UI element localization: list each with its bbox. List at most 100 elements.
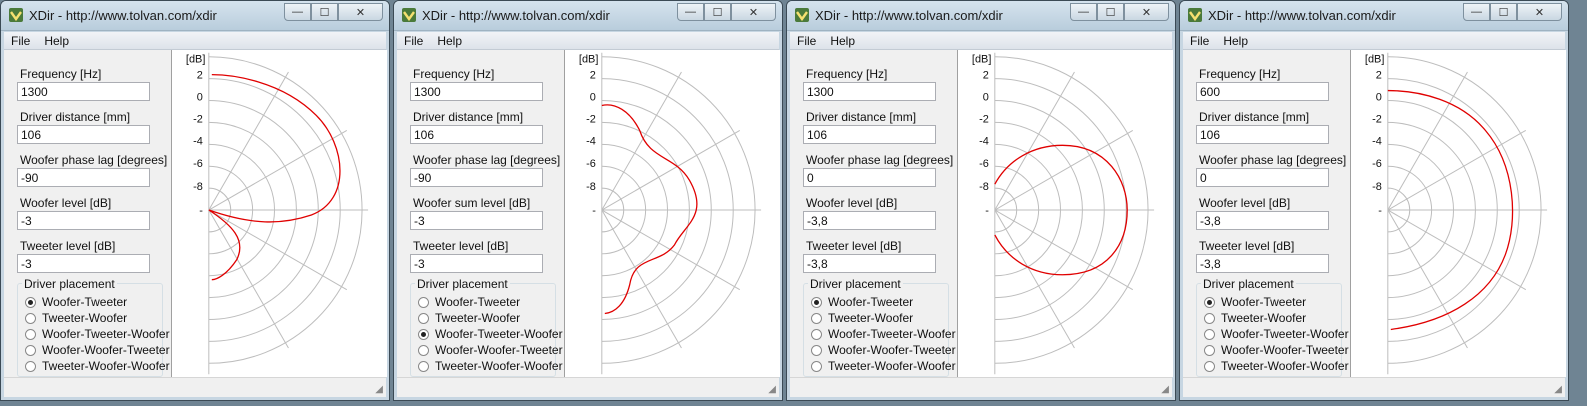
field-input[interactable] (17, 125, 150, 144)
radio-button[interactable] (418, 360, 429, 372)
field-input[interactable] (803, 168, 936, 187)
field-input[interactable] (410, 211, 543, 230)
placement-option[interactable]: Tweeter-Woofer (1204, 311, 1306, 325)
title-bar[interactable]: XDir - http://www.tolvan.com/xdir — ☐ ✕ (394, 1, 782, 31)
menu-file[interactable]: File (4, 34, 37, 48)
title-bar[interactable]: XDir - http://www.tolvan.com/xdir — ☐ ✕ (787, 1, 1175, 31)
radio-button[interactable] (418, 312, 429, 324)
app-window: XDir - http://www.tolvan.com/xdir — ☐ ✕ … (1179, 0, 1569, 401)
placement-option[interactable]: Woofer-Tweeter-Woofer (811, 327, 956, 341)
maximize-button[interactable]: ☐ (311, 3, 338, 21)
placement-option[interactable]: Tweeter-Woofer (811, 311, 913, 325)
radio-button[interactable] (418, 328, 429, 340)
placement-option[interactable]: Woofer-Tweeter (25, 295, 127, 309)
menu-help[interactable]: Help (37, 34, 76, 48)
radio-button[interactable] (25, 296, 36, 308)
placement-option[interactable]: Woofer-Woofer-Tweeter (1204, 343, 1349, 357)
maximize-button[interactable]: ☐ (704, 3, 731, 21)
placement-option[interactable]: Woofer-Tweeter (1204, 295, 1306, 309)
field-input[interactable] (410, 168, 543, 187)
title-bar[interactable]: XDir - http://www.tolvan.com/xdir — ☐ ✕ (1180, 1, 1568, 31)
menu-file[interactable]: File (1183, 34, 1216, 48)
menu-help[interactable]: Help (823, 34, 862, 48)
placement-option[interactable]: Tweeter-Woofer-Woofer (25, 359, 170, 373)
placement-option[interactable]: Woofer-Tweeter-Woofer (25, 327, 170, 341)
resize-grip-icon[interactable]: ◢ (1161, 384, 1169, 395)
radio-button[interactable] (25, 328, 36, 340)
menu-help[interactable]: Help (430, 34, 469, 48)
field-input[interactable] (1196, 82, 1329, 101)
menu-help[interactable]: Help (1216, 34, 1255, 48)
close-button[interactable]: ✕ (338, 3, 383, 21)
placement-option[interactable]: Tweeter-Woofer-Woofer (1204, 359, 1349, 373)
close-button[interactable]: ✕ (1124, 3, 1169, 21)
field-input[interactable] (803, 254, 936, 273)
field-input[interactable] (803, 211, 936, 230)
radio-button[interactable] (1204, 296, 1215, 308)
radio-button[interactable] (811, 312, 822, 324)
tick-label: -8 (193, 181, 203, 193)
field-input[interactable] (1196, 211, 1329, 230)
placement-option[interactable]: Woofer-Tweeter (811, 295, 913, 309)
placement-label: Tweeter-Woofer-Woofer (828, 359, 956, 373)
status-bar: ◢ (4, 377, 386, 397)
window-controls: — ☐ ✕ (1070, 3, 1169, 21)
field-input[interactable] (1196, 168, 1329, 187)
field-input[interactable] (803, 125, 936, 144)
placement-option[interactable]: Tweeter-Woofer-Woofer (418, 359, 563, 373)
tick-label: -2 (586, 113, 596, 125)
close-button[interactable]: ✕ (731, 3, 776, 21)
radio-button[interactable] (811, 344, 822, 356)
placement-option[interactable]: Tweeter-Woofer-Woofer (811, 359, 956, 373)
placement-label: Tweeter-Woofer (435, 311, 521, 325)
menu-file[interactable]: File (790, 34, 823, 48)
title-bar[interactable]: XDir - http://www.tolvan.com/xdir — ☐ ✕ (1, 1, 389, 31)
field-input[interactable] (17, 211, 150, 230)
radio-button[interactable] (25, 344, 36, 356)
field-input[interactable] (803, 82, 936, 101)
placement-option[interactable]: Woofer-Woofer-Tweeter (811, 343, 956, 357)
radio-button[interactable] (1204, 344, 1215, 356)
radio-button[interactable] (25, 360, 36, 372)
resize-grip-icon[interactable]: ◢ (1554, 384, 1562, 395)
radio-button[interactable] (1204, 328, 1215, 340)
placement-option[interactable]: Woofer-Tweeter-Woofer (1204, 327, 1349, 341)
radio-button[interactable] (25, 312, 36, 324)
radio-button[interactable] (811, 296, 822, 308)
field-input[interactable] (410, 125, 543, 144)
field-input[interactable] (17, 168, 150, 187)
radio-button[interactable] (1204, 360, 1215, 372)
close-button[interactable]: ✕ (1517, 3, 1562, 21)
minimize-button[interactable]: — (1463, 3, 1490, 21)
field-input[interactable] (410, 82, 543, 101)
status-bar: ◢ (397, 377, 779, 397)
radio-button[interactable] (811, 328, 822, 340)
tick-label: -4 (979, 135, 989, 147)
menu-file[interactable]: File (397, 34, 430, 48)
maximize-button[interactable]: ☐ (1490, 3, 1517, 21)
minimize-button[interactable]: — (677, 3, 704, 21)
radio-button[interactable] (418, 344, 429, 356)
placement-option[interactable]: Tweeter-Woofer (25, 311, 127, 325)
radio-button[interactable] (418, 296, 429, 308)
placement-option[interactable]: Woofer-Tweeter (418, 295, 520, 309)
field-input[interactable] (17, 254, 150, 273)
unit-label: [dB] (186, 54, 205, 66)
radio-button[interactable] (811, 360, 822, 372)
placement-option[interactable]: Woofer-Tweeter-Woofer (418, 327, 563, 341)
field-label: Tweeter level [dB] (20, 239, 116, 253)
placement-option[interactable]: Tweeter-Woofer (418, 311, 520, 325)
minimize-button[interactable]: — (1070, 3, 1097, 21)
resize-grip-icon[interactable]: ◢ (768, 384, 776, 395)
placement-option[interactable]: Woofer-Woofer-Tweeter (418, 343, 563, 357)
radio-button[interactable] (1204, 312, 1215, 324)
resize-grip-icon[interactable]: ◢ (375, 384, 383, 395)
field-input[interactable] (1196, 254, 1329, 273)
group-title: Driver placement (415, 277, 510, 291)
field-input[interactable] (410, 254, 543, 273)
field-input[interactable] (17, 82, 150, 101)
field-input[interactable] (1196, 125, 1329, 144)
placement-option[interactable]: Woofer-Woofer-Tweeter (25, 343, 170, 357)
maximize-button[interactable]: ☐ (1097, 3, 1124, 21)
minimize-button[interactable]: — (284, 3, 311, 21)
